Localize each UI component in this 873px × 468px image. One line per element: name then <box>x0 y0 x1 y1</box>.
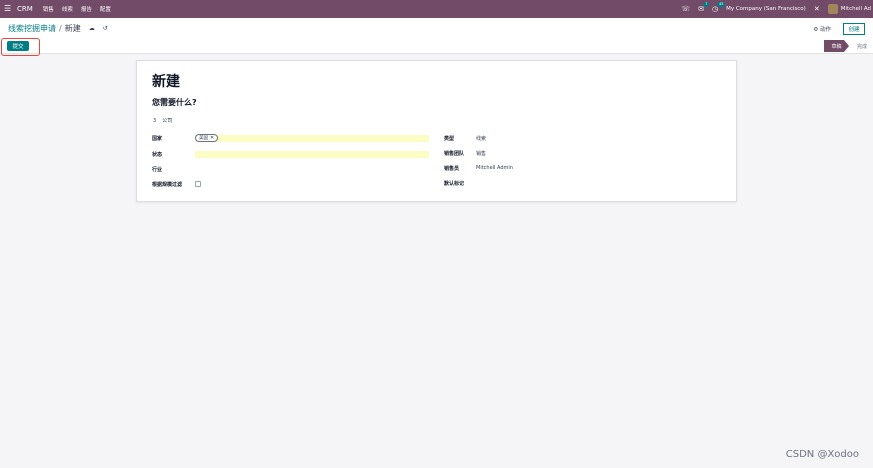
country-tag-label: 美国 <box>199 136 208 141</box>
type-value[interactable]: 线索 <box>476 135 486 142</box>
menu-leads[interactable]: 线索 <box>62 5 73 13</box>
count-value: 3 <box>153 118 157 124</box>
user-menu[interactable]: Mitchell Ad <box>841 6 871 12</box>
sales-team-label: 销售团队 <box>444 151 465 157</box>
new-button[interactable]: 创建 <box>843 23 865 35</box>
state-label: 状态 <box>152 152 163 158</box>
form-title: 新建 <box>152 74 180 90</box>
debug-tools-icon[interactable]: ✕ <box>814 5 820 13</box>
country-tag[interactable]: 美国 ✕ <box>195 134 219 142</box>
type-label: 类型 <box>444 136 455 142</box>
country-label: 国家 <box>152 136 163 142</box>
menu-reports[interactable]: 报告 <box>81 5 92 13</box>
default-tags-label: 默认标记 <box>444 181 465 187</box>
user-avatar[interactable] <box>827 4 838 14</box>
industry-label: 行业 <box>152 167 163 173</box>
top-navbar: ☰ CRM 销售 线索 报告 配置 ☏ ✉ 7 ◷ 45 My Company (S… <box>0 0 873 18</box>
breadcrumb: 线索挖掘申请 / 新建 ☁ ↺ <box>8 23 108 34</box>
remove-tag-icon[interactable]: ✕ <box>210 135 214 141</box>
state-input[interactable] <box>195 151 429 158</box>
apps-menu-icon[interactable]: ☰ <box>4 5 14 13</box>
activity-badge: 45 <box>716 2 726 7</box>
count-field[interactable]: 3 公司 <box>153 117 172 124</box>
menu-sales[interactable]: 销售 <box>43 5 54 13</box>
discard-icon[interactable]: ↺ <box>103 25 108 32</box>
size-filter-label: 根据规模过滤 <box>152 182 183 188</box>
form-sheet: 新建 您需要什么? 3 公司 国家 美国 ✕ 状态 行业 根据规模过滤 类型 线索 … <box>136 60 737 202</box>
country-input[interactable] <box>195 135 429 142</box>
count-label: 公司 <box>162 118 173 124</box>
chat-icon[interactable]: ✉ 7 <box>698 2 710 13</box>
status-draft[interactable]: 草稿 <box>824 40 849 52</box>
chat-badge: 7 <box>703 2 710 7</box>
size-filter-checkbox[interactable] <box>195 181 201 187</box>
breadcrumb-current: 新建 <box>64 24 81 33</box>
app-brand[interactable]: CRM <box>17 5 33 13</box>
save-cloud-icon[interactable]: ☁ <box>89 25 95 32</box>
activity-icon[interactable]: ◷ 45 <box>712 2 726 13</box>
status-done[interactable]: 完成 <box>857 40 867 52</box>
salesperson-value[interactable]: Mitchell Admin <box>476 165 513 171</box>
sales-team-value[interactable]: 销售 <box>476 150 486 157</box>
salesperson-label: 销售员 <box>444 166 460 172</box>
form-subtitle: 您需要什么? <box>152 98 197 107</box>
watermark: CSDN @Xodoo <box>785 449 859 460</box>
phone-icon[interactable]: ☏ <box>681 5 690 13</box>
action-menu[interactable]: ⚙ 动作 <box>813 25 831 33</box>
breadcrumb-parent[interactable]: 线索挖掘申请 <box>8 23 56 34</box>
company-switcher[interactable]: My Company (San Francisco) <box>726 6 806 12</box>
menu-config[interactable]: 配置 <box>100 5 111 13</box>
submit-button[interactable]: 提交 <box>7 41 29 51</box>
breadcrumb-separator: / <box>59 24 62 33</box>
control-panel: 线索挖掘申请 / 新建 ☁ ↺ ⚙ 动作 创建 提交 草稿 完成 <box>0 18 873 56</box>
